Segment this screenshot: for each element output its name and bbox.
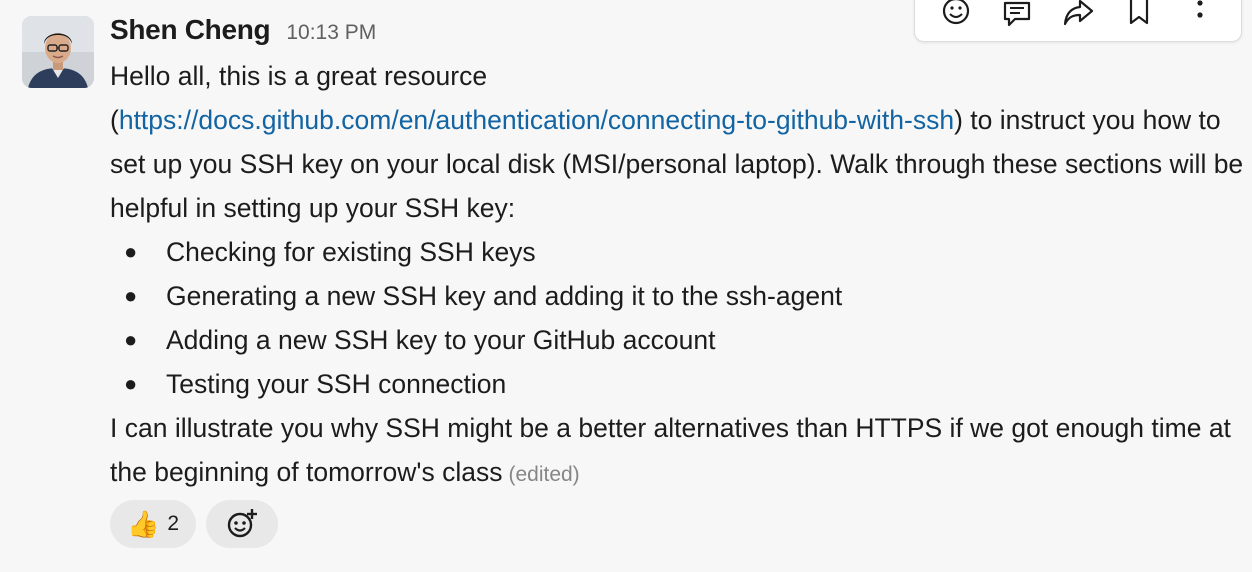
closing-paragraph: I can illustrate you why SSH might be a …: [110, 406, 1244, 497]
bullet-list: ● Checking for existing SSH keys ● Generat…: [110, 230, 1244, 406]
more-actions-button[interactable]: [1177, 0, 1223, 35]
bullet-dot: ●: [124, 239, 138, 264]
reactions-bar: 👍 2: [110, 500, 278, 548]
edited-label: (edited): [508, 463, 580, 486]
save-for-later-action[interactable]: [1116, 0, 1162, 35]
bookmark-icon: [1130, 0, 1149, 25]
message-paragraph: Hello all, this is a great resource (htt…: [110, 54, 1244, 230]
emoji-icon: [942, 0, 969, 25]
reply-in-thread-action[interactable]: [994, 0, 1040, 35]
bullet-text: Adding a new SSH key to your GitHub acco…: [166, 325, 716, 355]
message-actions-toolbar: [914, 0, 1242, 42]
bullet-text: Generating a new SSH key and adding it t…: [166, 281, 843, 311]
more-actions-icon: [1197, 0, 1203, 18]
bullet-dot: ●: [124, 371, 138, 396]
docs-link[interactable]: https://docs.github.com/en/authenticatio…: [119, 105, 954, 135]
avatar[interactable]: [22, 16, 94, 88]
thread-reply-icon: [1003, 1, 1030, 27]
add-reaction-action[interactable]: [933, 0, 979, 35]
add-reaction-button[interactable]: [206, 500, 278, 548]
message-body: Hello all, this is a great resource (htt…: [110, 54, 1244, 497]
share-message-action[interactable]: [1055, 0, 1101, 35]
chat-message: Shen Cheng 10:13 PM Hello all, this is a…: [0, 0, 1252, 572]
list-item: ● Checking for existing SSH keys: [110, 230, 1244, 274]
message-timestamp[interactable]: 10:13 PM: [286, 21, 376, 45]
list-item: ● Adding a new SSH key to your GitHub acc…: [110, 318, 1244, 362]
closing-text: I can illustrate you why SSH might be a …: [110, 413, 1231, 487]
thumbs-up-reaction[interactable]: 👍 2: [110, 500, 196, 548]
bullet-text: Checking for existing SSH keys: [166, 237, 536, 267]
intro-text: Hello all, this is a great resource: [110, 61, 488, 91]
share-icon: [1063, 0, 1094, 26]
list-item: ● Testing your SSH connection: [110, 362, 1244, 406]
bullet-dot: ●: [124, 327, 138, 352]
thumbs-up-icon: 👍: [126, 508, 160, 539]
list-item: ● Generating a new SSH key and adding it …: [110, 274, 1244, 318]
author-name[interactable]: Shen Cheng: [110, 14, 271, 46]
link-prefix: (: [110, 105, 119, 135]
add-reaction-icon: [227, 509, 257, 538]
message-content: Shen Cheng 10:13 PM Hello all, this is a…: [110, 14, 1244, 497]
bullet-dot: ●: [124, 283, 138, 308]
bullet-text: Testing your SSH connection: [166, 369, 507, 399]
reaction-count: 2: [167, 512, 180, 535]
avatar-image: [22, 16, 94, 88]
